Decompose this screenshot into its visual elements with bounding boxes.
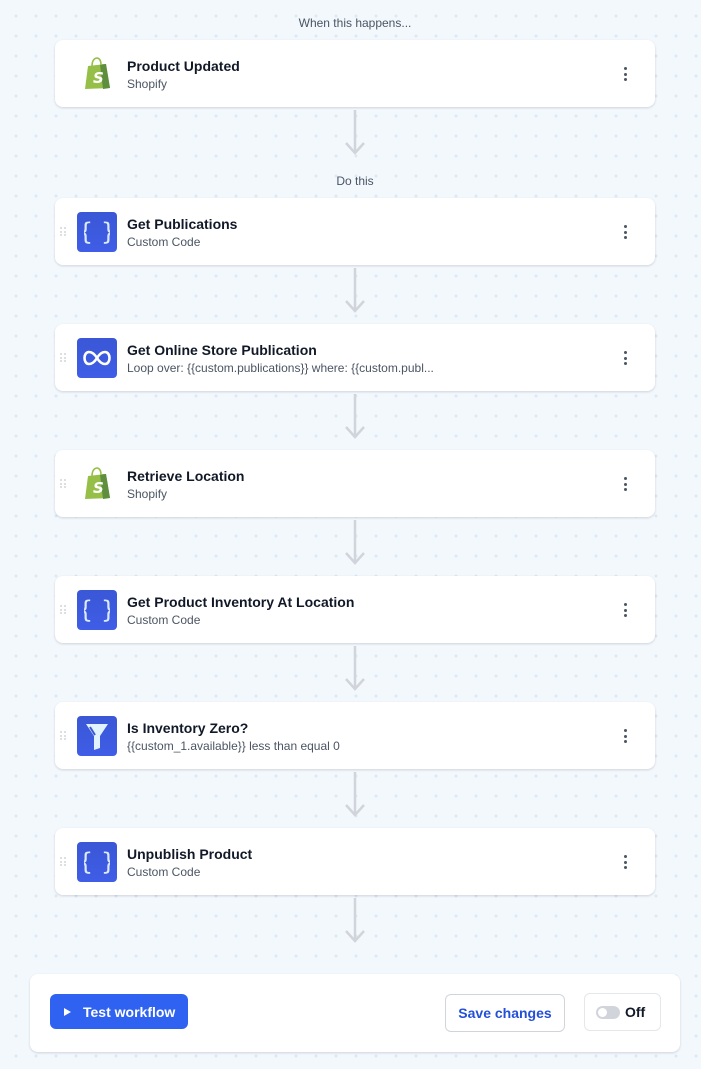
trigger-card[interactable]: S Product Updated Shopify <box>55 40 655 107</box>
workflow-action-bar: Test workflow Save changes Off <box>30 974 680 1052</box>
svg-text:S: S <box>93 69 104 87</box>
svg-text:S: S <box>93 479 104 497</box>
svg-text:{ }: { } <box>84 218 110 246</box>
trigger-section-label: When this happens... <box>298 16 412 30</box>
step-subtitle: Custom Code <box>127 235 201 249</box>
drag-handle-icon[interactable] <box>60 605 66 614</box>
toggle-knob <box>598 1007 607 1017</box>
save-changes-button[interactable]: Save changes <box>445 994 565 1032</box>
step-title: Unpublish Product <box>127 846 253 862</box>
step-title: Is Inventory Zero? <box>127 720 249 736</box>
step-card[interactable]: Get Online Store Publication Loop over: … <box>55 324 655 391</box>
drag-handle-icon[interactable] <box>60 479 66 488</box>
step-card[interactable]: { } Get Publications Custom Code <box>55 198 655 265</box>
more-options-icon[interactable] <box>617 727 633 745</box>
step-subtitle: Custom Code <box>127 865 201 879</box>
arrow-down-icon <box>345 268 365 313</box>
step-subtitle: Loop over: {{custom.publications}} where… <box>127 361 434 375</box>
drag-handle-icon[interactable] <box>60 731 66 740</box>
step-subtitle: Custom Code <box>127 613 201 627</box>
step-title: Get Publications <box>127 216 238 232</box>
test-workflow-label: Test workflow <box>83 1003 176 1020</box>
code-braces-icon: { } <box>77 590 117 630</box>
step-subtitle: {{custom_1.available}} less than equal 0 <box>127 739 340 753</box>
drag-handle-icon[interactable] <box>60 857 66 866</box>
step-card[interactable]: { } Get Product Inventory At Location Cu… <box>55 576 655 643</box>
workflow-toggle[interactable]: Off <box>584 993 661 1031</box>
step-subtitle: Shopify <box>127 487 168 501</box>
drag-handle-icon[interactable] <box>60 227 66 236</box>
actions-section-label: Do this <box>336 174 374 188</box>
step-card[interactable]: S Retrieve Location Shopify <box>55 450 655 517</box>
step-card[interactable]: { } Unpublish Product Custom Code <box>55 828 655 895</box>
more-options-icon[interactable] <box>617 475 633 493</box>
loop-icon <box>77 338 117 378</box>
code-braces-icon: { } <box>77 212 117 252</box>
code-braces-icon: { } <box>77 842 117 882</box>
step-card[interactable]: Is Inventory Zero? {{custom_1.available}… <box>55 702 655 769</box>
arrow-down-icon <box>345 898 365 943</box>
play-icon <box>64 1007 71 1016</box>
trigger-title: Product Updated <box>127 58 240 74</box>
more-options-icon[interactable] <box>617 65 633 83</box>
more-options-icon[interactable] <box>617 223 633 241</box>
step-title: Get Product Inventory At Location <box>127 594 355 610</box>
drag-handle-icon[interactable] <box>60 353 66 362</box>
step-title: Get Online Store Publication <box>127 342 317 358</box>
test-workflow-button[interactable]: Test workflow <box>50 994 188 1029</box>
arrow-down-icon <box>345 646 365 691</box>
toggle-label: Off <box>625 1004 646 1020</box>
filter-icon <box>77 716 117 756</box>
svg-text:{ }: { } <box>84 596 110 624</box>
arrow-down-icon <box>345 394 365 439</box>
more-options-icon[interactable] <box>617 349 633 367</box>
shopify-icon: S <box>79 466 115 502</box>
step-title: Retrieve Location <box>127 468 245 484</box>
svg-text:{ }: { } <box>84 848 110 876</box>
toggle-switch[interactable] <box>596 1005 620 1019</box>
trigger-subtitle: Shopify <box>127 77 168 91</box>
more-options-icon[interactable] <box>617 853 633 871</box>
arrow-down-icon <box>345 772 365 817</box>
more-options-icon[interactable] <box>617 601 633 619</box>
arrow-down-icon <box>345 520 365 565</box>
arrow-down-icon <box>345 110 365 155</box>
shopify-icon: S <box>79 56 115 92</box>
